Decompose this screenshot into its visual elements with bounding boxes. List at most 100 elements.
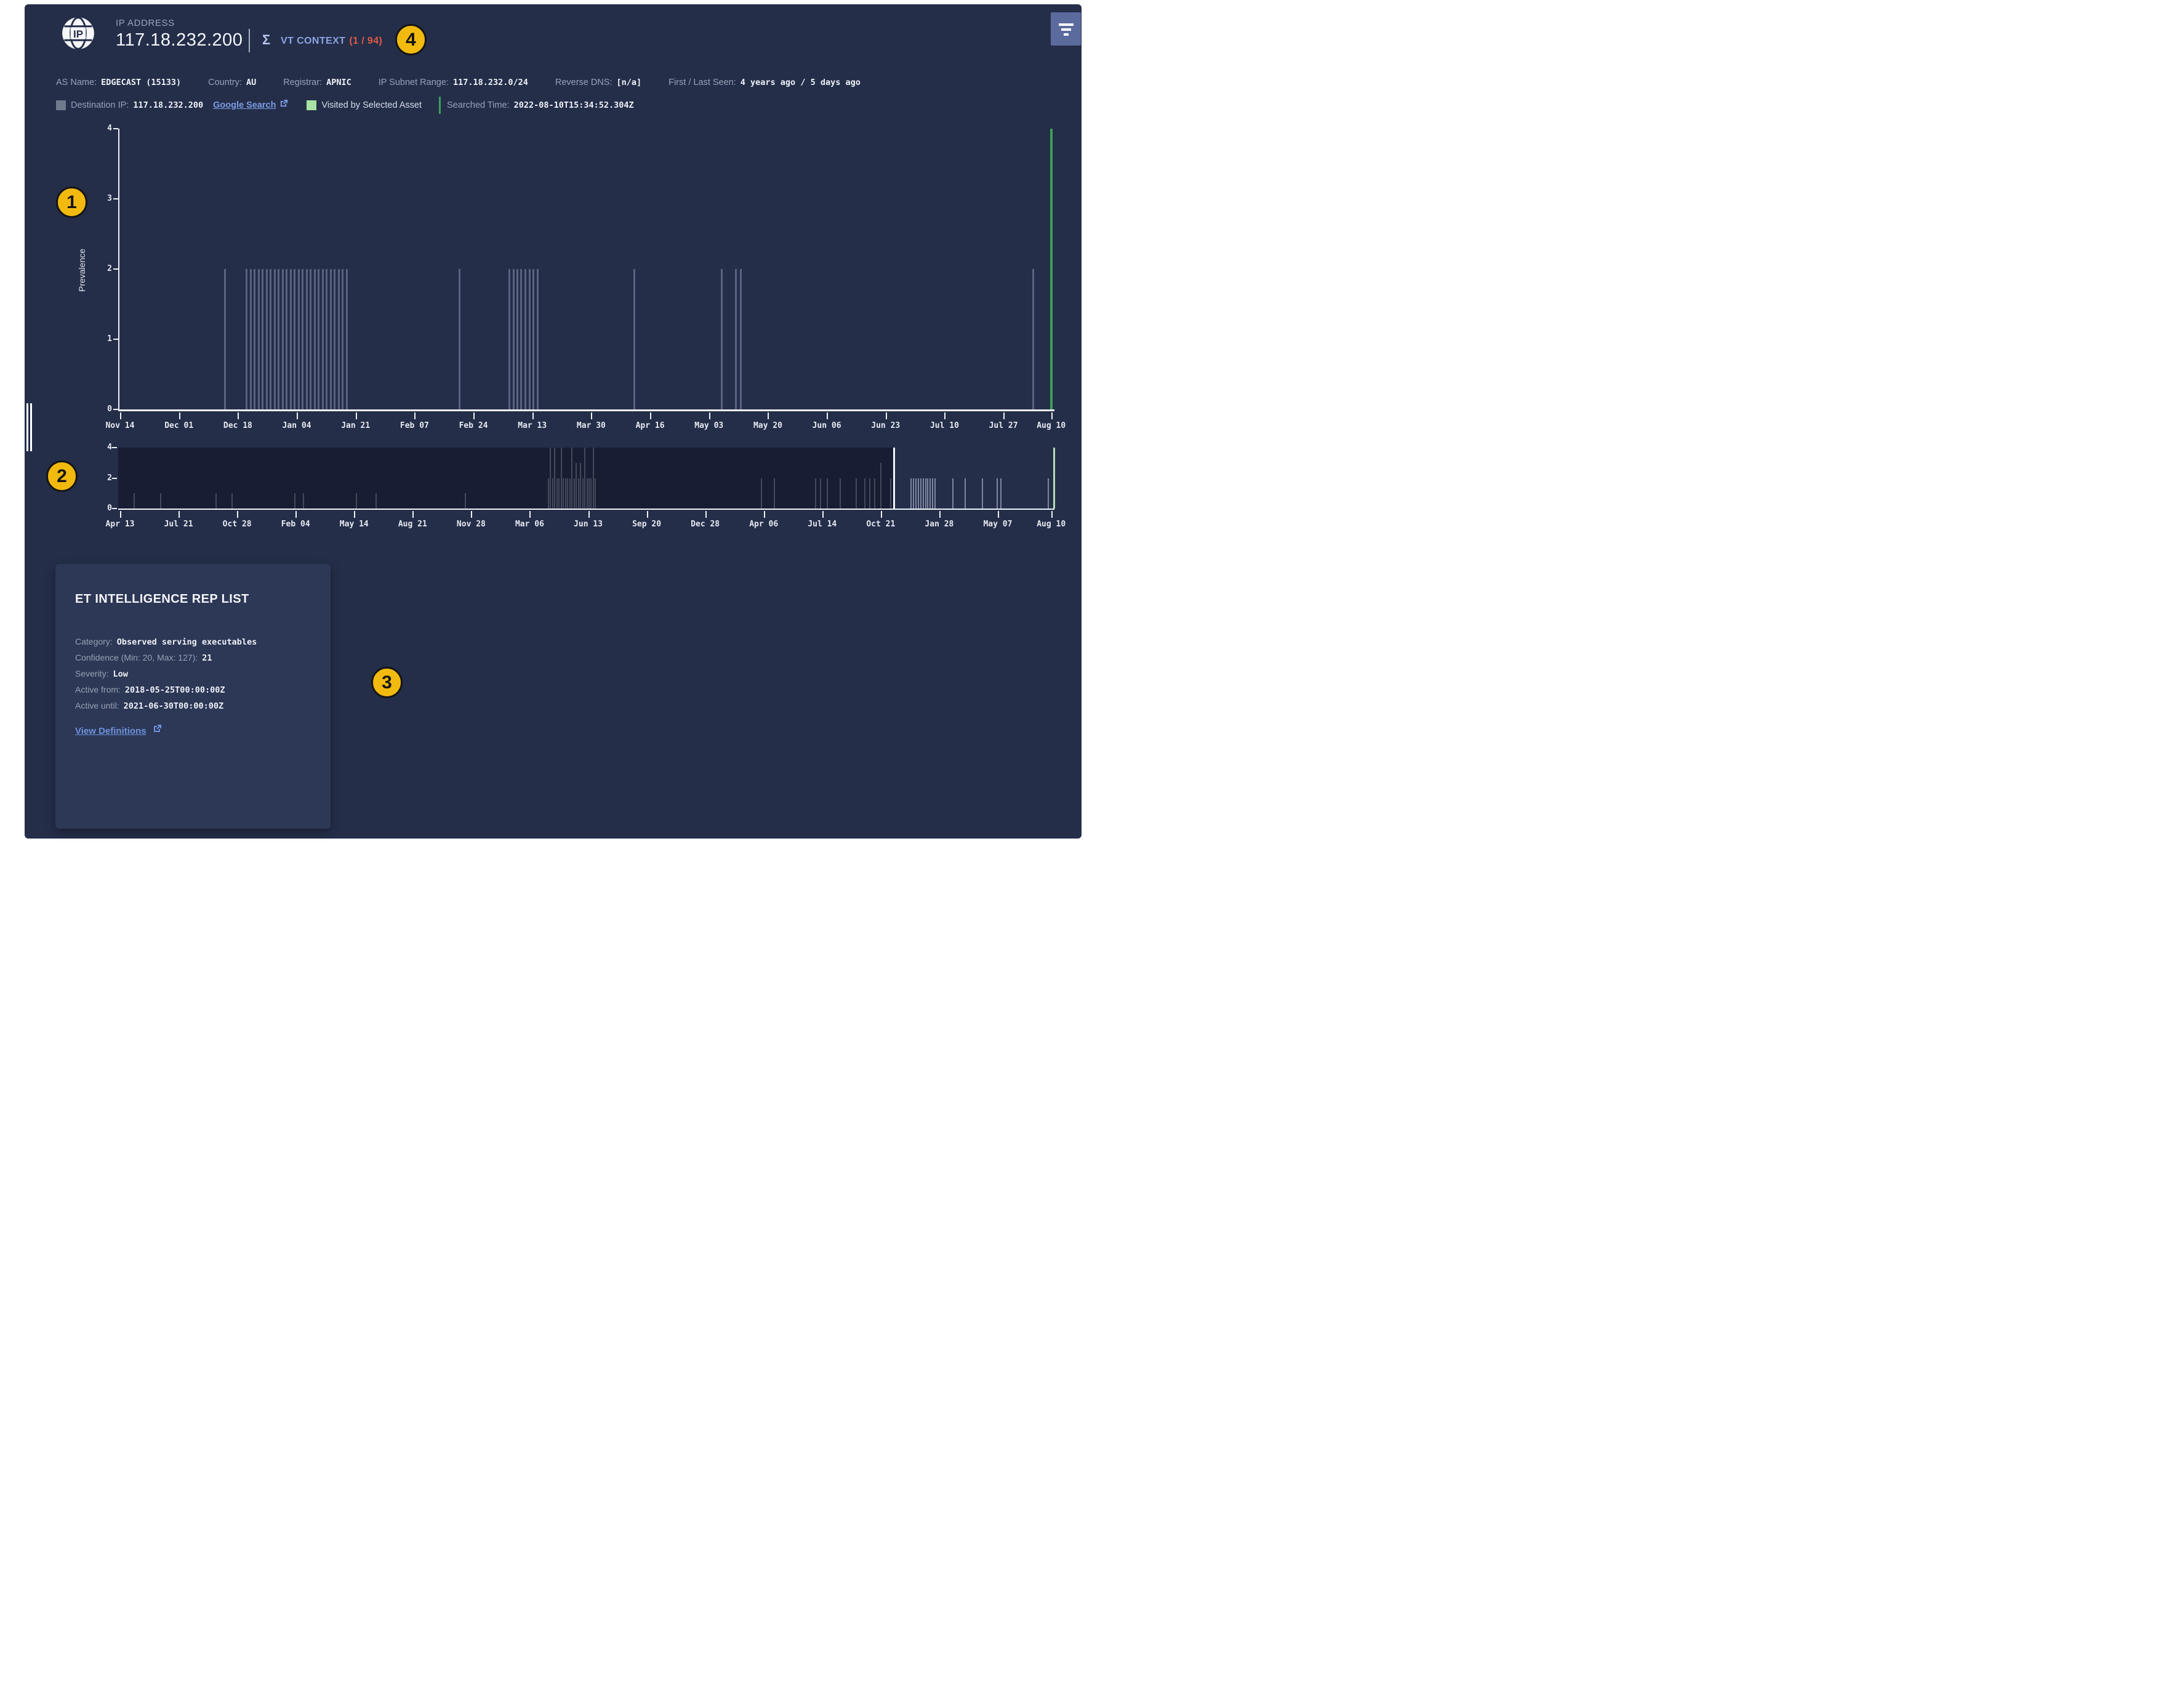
view-definitions-link[interactable]: View Definitions xyxy=(75,726,147,736)
meta-reverse-dns: Reverse DNS: [n/a] xyxy=(555,77,641,88)
x-tick-label: Apr 06 xyxy=(749,520,779,529)
x-tick-mark xyxy=(295,511,297,518)
x-tick-label: Jul 10 xyxy=(929,421,959,430)
x-tick-mark xyxy=(237,511,239,518)
y-axis-title: Prevalence xyxy=(77,248,87,292)
bar xyxy=(257,269,260,409)
meta-value: AU xyxy=(246,78,257,87)
x-tick-mark xyxy=(120,412,122,419)
x-tick-mark xyxy=(297,412,299,419)
bar xyxy=(997,478,998,509)
bar xyxy=(932,478,934,509)
bar xyxy=(508,269,511,409)
meta-country: Country: AU xyxy=(208,77,256,88)
searched-time-label: Searched Time: xyxy=(447,100,510,110)
filter-icon xyxy=(1058,23,1074,26)
y-tick-mark xyxy=(113,128,118,129)
x-tick-mark xyxy=(768,412,769,419)
bar xyxy=(270,269,272,409)
field-value: 2018-05-25T00:00:00Z xyxy=(124,685,225,695)
bar xyxy=(910,478,912,509)
x-tick-label: Nov 28 xyxy=(456,520,486,529)
bar xyxy=(922,478,924,509)
y-tick-mark xyxy=(112,447,117,448)
page-title-ip: 117.18.232.200 xyxy=(116,30,243,50)
bar xyxy=(633,269,636,409)
chart-resize-handle[interactable] xyxy=(26,403,34,451)
bar xyxy=(536,269,539,409)
bar xyxy=(1032,269,1034,409)
x-tick-label: May 07 xyxy=(983,520,1013,529)
y-tick-label: 0 xyxy=(107,404,112,414)
y-tick-label: 0 xyxy=(107,504,112,513)
x-tick-label: Jun 23 xyxy=(871,421,901,430)
filter-icon xyxy=(1061,28,1071,31)
x-tick-label: Jan 04 xyxy=(282,421,311,430)
card-row-active-from: Active from: 2018-05-25T00:00:00Z xyxy=(75,682,318,698)
brush-handle-start[interactable] xyxy=(893,448,896,509)
meta-value: APNIC xyxy=(326,78,351,87)
x-tick-mark xyxy=(709,412,710,419)
bar xyxy=(289,269,292,409)
bar xyxy=(952,478,953,509)
card-fields: Category: Observed serving executables Co… xyxy=(75,634,318,714)
bar xyxy=(913,478,915,509)
x-tick-mark xyxy=(763,511,765,518)
bar xyxy=(345,269,348,409)
meta-label: First / Last Seen: xyxy=(668,78,736,87)
x-tick-mark xyxy=(939,511,941,518)
bar xyxy=(246,269,248,409)
bar xyxy=(297,269,300,409)
bar xyxy=(302,269,304,409)
x-tick-label: Mar 06 xyxy=(515,520,544,529)
y-tick-mark xyxy=(113,339,118,340)
visited-asset-label: Visited by Selected Asset xyxy=(321,100,422,110)
x-tick-mark xyxy=(997,511,999,518)
x-tick-mark xyxy=(414,412,416,419)
bar xyxy=(249,269,252,409)
y-tick-mark xyxy=(113,198,118,199)
brush-unselected-region xyxy=(118,448,894,509)
vt-context-count: (1 / 94) xyxy=(349,36,383,46)
visited-asset-swatch xyxy=(307,100,317,110)
bar xyxy=(512,269,515,409)
bar xyxy=(281,269,284,409)
x-tick-label: Aug 21 xyxy=(398,520,427,529)
bar xyxy=(273,269,276,409)
bar xyxy=(520,269,523,409)
x-tick-label: Dec 01 xyxy=(164,421,194,430)
meta-as-name: AS Name: EDGECAST (15133) xyxy=(56,77,181,88)
x-tick-mark xyxy=(650,412,652,419)
prevalence-plot-area[interactable] xyxy=(113,128,1054,411)
vt-context-label: VT CONTEXT xyxy=(281,36,346,46)
x-tick-label: Aug 10 xyxy=(1037,520,1066,529)
bar xyxy=(313,269,316,409)
card-row-confidence: Confidence (Min: 20, Max: 127): 21 xyxy=(75,650,318,666)
overview-brush-chart: 0 2 4 Apr 13 Jul 21 Oct 28 Feb 04 May 14 Aug 21… xyxy=(106,443,1066,529)
x-tick-label: Mar 30 xyxy=(576,421,606,430)
field-label: Active from: xyxy=(75,685,121,694)
x-tick-label: Sep 20 xyxy=(632,520,662,529)
google-search-link[interactable]: Google Search xyxy=(213,100,276,110)
header-divider xyxy=(249,29,250,52)
overview-plot-area[interactable] xyxy=(112,447,1055,510)
x-tick-mark xyxy=(1051,511,1053,518)
filter-button[interactable] xyxy=(1051,12,1081,46)
x-tick-mark xyxy=(705,511,707,518)
x-tick-label: Jul 27 xyxy=(989,421,1018,430)
brush-handle-end[interactable] xyxy=(1053,448,1055,509)
x-tick-mark xyxy=(822,511,824,518)
annotation-circle-4: 4 xyxy=(395,24,427,55)
x-tick-mark xyxy=(529,511,531,518)
x-tick-label: Jul 21 xyxy=(164,520,193,529)
vt-context-link[interactable]: VT CONTEXT (1 / 94) xyxy=(281,36,382,47)
y-tick-label: 1 xyxy=(107,334,112,344)
x-tick-label: Oct 28 xyxy=(222,520,252,529)
meta-label: IP Subnet Range: xyxy=(378,78,449,87)
bar xyxy=(262,269,264,409)
external-link-icon xyxy=(279,99,288,111)
x-tick-mark xyxy=(944,412,946,419)
meta-value: [n/a] xyxy=(616,78,642,87)
card-title: ET INTELLIGENCE REP LIST xyxy=(75,592,249,606)
x-tick-label: Feb 07 xyxy=(399,421,429,430)
